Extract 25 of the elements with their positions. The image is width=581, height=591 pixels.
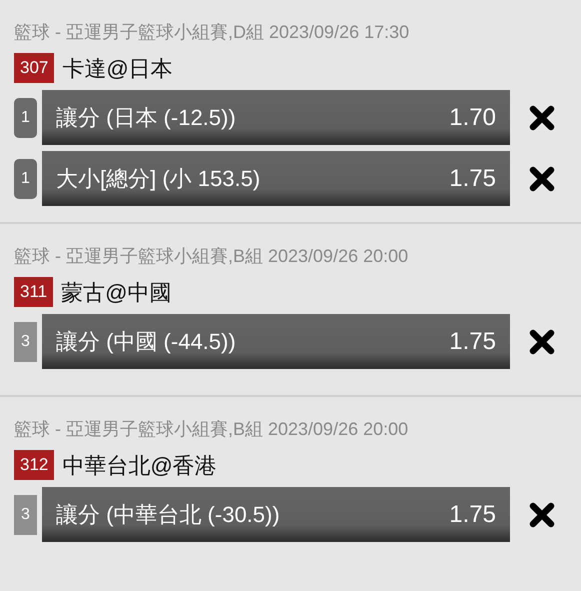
close-icon[interactable] [529, 104, 555, 130]
count-badge: 3 [14, 494, 37, 534]
event-code: 312 [14, 450, 54, 480]
bet-selection: 讓分 (中華台北 (-30.5)) [56, 501, 280, 529]
close-icon[interactable] [529, 166, 555, 192]
bet-selection: 讓分 (日本 (-12.5)) [56, 104, 236, 132]
bet-odds: 1.75 [449, 326, 496, 356]
bet-odds: 1.70 [449, 102, 496, 132]
close-icon[interactable] [529, 328, 555, 354]
count-badge: 1 [14, 98, 37, 138]
close-icon[interactable] [529, 502, 555, 528]
event-header: 籃球 - 亞運男子籃球小組賽,B組 2023/09/26 20:00 [14, 418, 410, 441]
bet-odds: 1.75 [449, 164, 496, 194]
event-code: 311 [14, 277, 54, 307]
bet-selection: 讓分 (中國 (-44.5)) [56, 328, 236, 356]
match-title: 中華台北@香港 [62, 452, 217, 480]
count-badge: 1 [14, 158, 37, 198]
bet-selection: 大小[總分] (小 153.5) [56, 165, 260, 193]
bet-odds: 1.75 [449, 500, 496, 530]
match-title: 卡達@日本 [62, 54, 173, 82]
event-header: 籃球 - 亞運男子籃球小組賽,B組 2023/09/26 20:00 [14, 245, 410, 268]
count-badge: 3 [14, 322, 37, 362]
event-header: 籃球 - 亞運男子籃球小組賽,D組 2023/09/26 17:30 [14, 21, 410, 44]
match-title: 蒙古@中國 [61, 278, 172, 306]
event-code: 307 [14, 53, 54, 83]
